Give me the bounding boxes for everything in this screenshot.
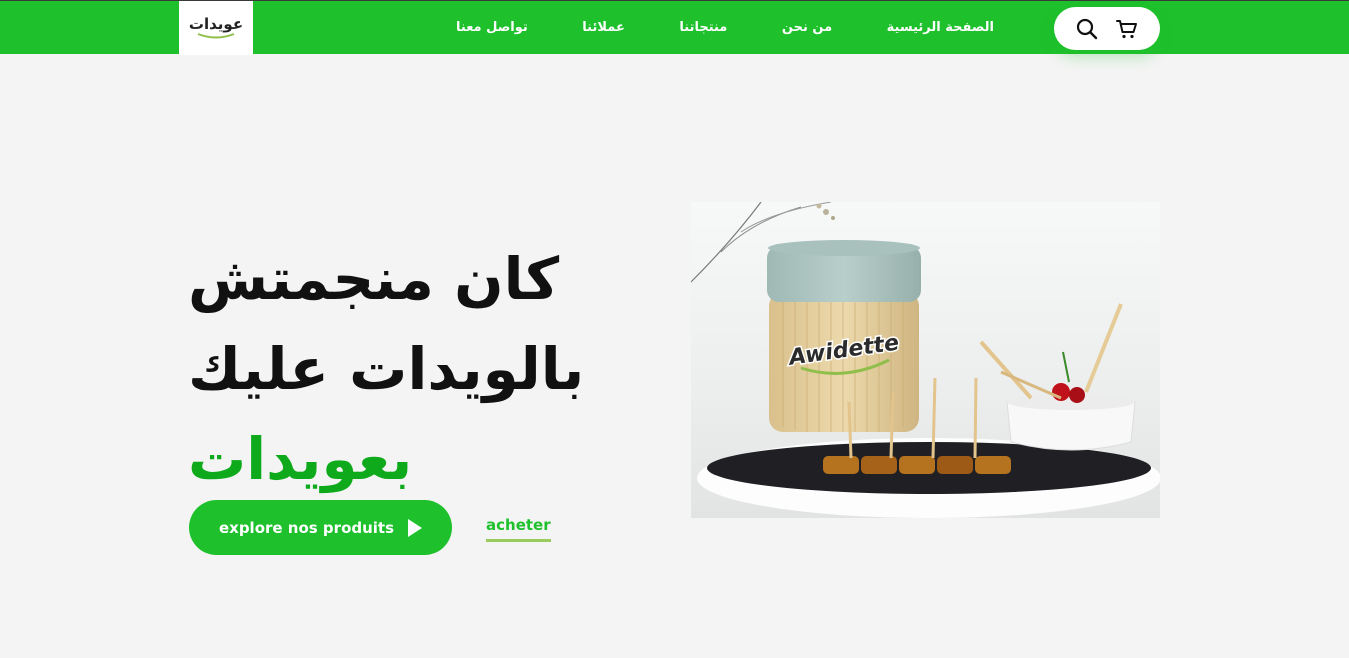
navbar: عويدات الصفحة الرئيسية من نحن منتجاتنا ع… xyxy=(0,1,1349,55)
brand-logo[interactable]: عويدات xyxy=(179,1,253,55)
hero-title: كان منجمتش بالويدات عليك بعويدات xyxy=(188,234,588,504)
nav-clients[interactable]: عملائنا xyxy=(566,20,641,35)
icon-pill xyxy=(1054,7,1160,50)
hero-title-line-2: بالويدات عليك xyxy=(188,334,585,403)
product-illustration: Awidette xyxy=(691,202,1160,518)
hero-title-line-3: بعويدات xyxy=(188,424,413,493)
acheter-link[interactable]: acheter xyxy=(486,516,551,542)
explore-products-label: explore nos produits xyxy=(218,518,395,537)
nav-about[interactable]: من نحن xyxy=(766,20,848,35)
logo-swoosh-icon xyxy=(197,33,235,39)
search-icon[interactable] xyxy=(1075,17,1099,41)
nav-home[interactable]: الصفحة الرئيسية xyxy=(871,20,1010,35)
logo-text: عويدات xyxy=(188,15,244,33)
nav-contact[interactable]: تواصل معنا xyxy=(440,20,544,35)
main-nav: الصفحة الرئيسية من نحن منتجاتنا عملائنا … xyxy=(440,1,1010,54)
hero-title-line-1: كان منجمتش xyxy=(188,244,560,313)
explore-products-button[interactable]: explore nos produits xyxy=(189,500,452,555)
cart-icon[interactable] xyxy=(1115,17,1139,41)
product-image: Awidette xyxy=(691,202,1160,518)
nav-products[interactable]: منتجاتنا xyxy=(663,20,743,35)
play-icon xyxy=(408,518,423,537)
